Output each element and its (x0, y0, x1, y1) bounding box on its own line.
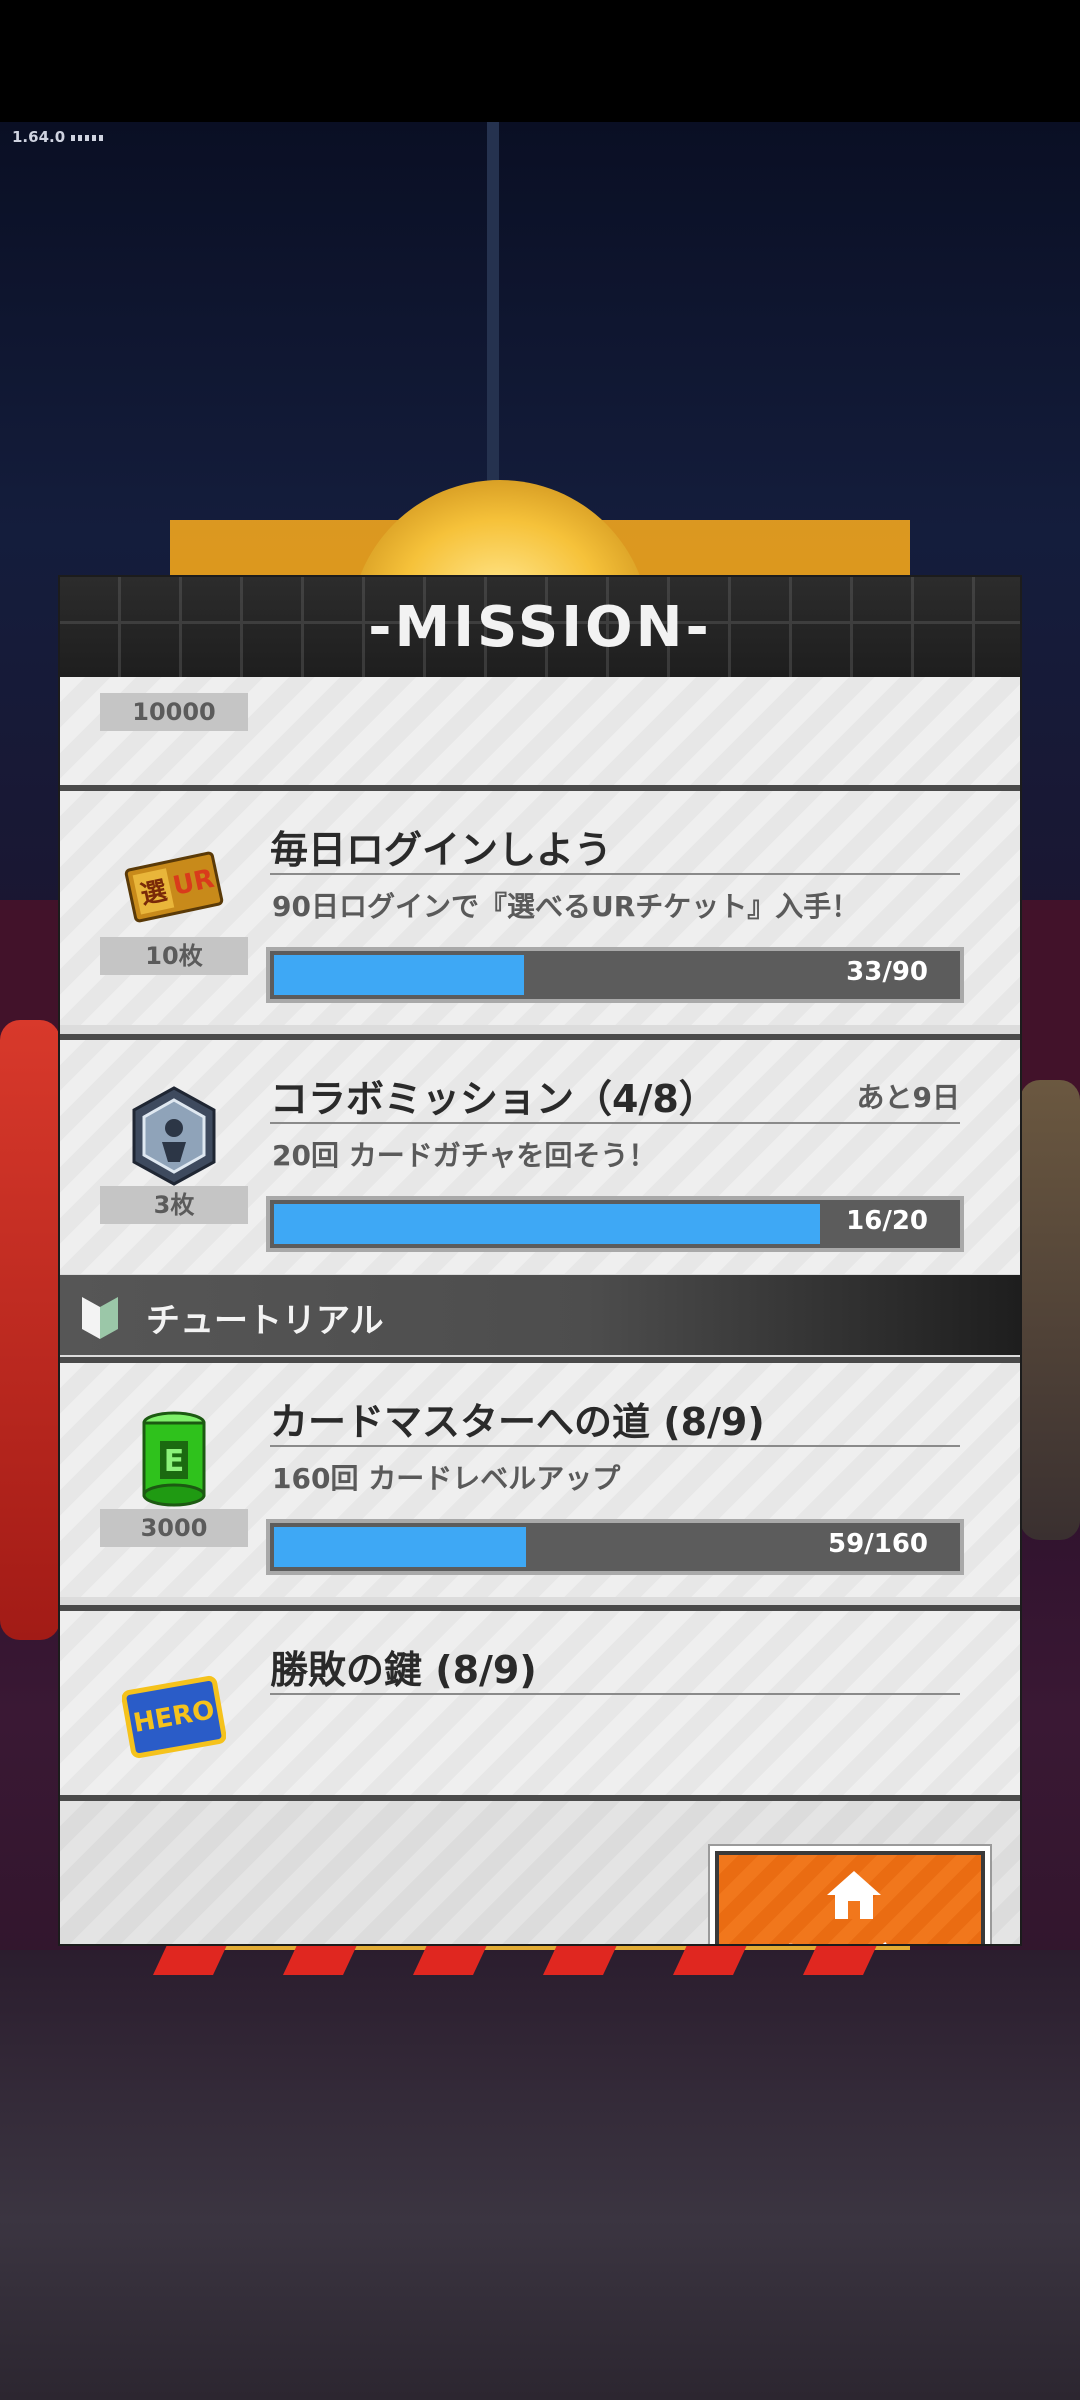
background-floor (0, 1950, 1080, 2400)
progress-bar-fill (274, 1204, 820, 1244)
return-home-button-face[interactable]: ホームに戻る (715, 1851, 985, 1944)
time-remaining: あと9日 (856, 1081, 960, 1114)
mission-card-card-master[interactable]: E 3000 カードマスターへの道 (8/9) 160回 カードレベルアップ 5… (60, 1357, 1020, 1597)
character-left (0, 1020, 60, 1640)
reward-quantity: 3枚 (100, 1186, 248, 1224)
mission-card-victory-key[interactable]: HERO 勝敗の鍵 (8/9) (60, 1605, 1020, 1795)
reward-quantity: 3000 (100, 1509, 248, 1547)
progress-bar: 16/20 (270, 1200, 960, 1248)
progress-text: 59/160 (828, 1529, 928, 1559)
mission-description: 90日ログインで『選べるURチケット』入手！ (272, 890, 860, 923)
mission-description: 20回 カードガチャを回そう！ (272, 1139, 657, 1172)
progress-bar-fill (274, 955, 525, 995)
character-right (1020, 1080, 1080, 1540)
mission-card-daily-login[interactable]: 選 UR 10枚 毎日ログインしよう 90日ログインで『選べるURチケット』入手… (60, 785, 1020, 1025)
reward-quantity: 10枚 (100, 937, 248, 975)
progress-bar-fill (274, 1527, 526, 1567)
status-bar-area (0, 0, 1080, 122)
collab-medal-icon (122, 1084, 226, 1188)
version-label: 1.64.0 (12, 128, 106, 146)
mission-card-collab[interactable]: 3枚 コラボミッション（4/8） あと9日 20回 カードガチャを回そう！ 16… (60, 1034, 1020, 1274)
mission-title: カードマスターへの道 (8/9) (270, 1400, 765, 1444)
signal-icon (71, 134, 106, 141)
section-header-tutorial: チュートリアル (60, 1275, 1020, 1355)
mission-title: 毎日ログインしよう (270, 828, 613, 872)
mission-title: 勝敗の鍵 (8/9) (270, 1648, 537, 1692)
mission-header: -MISSION- (60, 577, 1020, 677)
title-divider (270, 873, 960, 875)
mission-card: 10000 (60, 677, 1020, 787)
reward-quantity: 10000 (100, 693, 248, 731)
title-divider (270, 1122, 960, 1124)
mission-description: 160回 カードレベルアップ (272, 1462, 621, 1495)
return-home-label: ホームに戻る (719, 1935, 981, 1944)
mission-list[interactable]: 10000 選 UR 10枚 毎日ログインしよう 90日ログインで『選べるURチ… (60, 677, 1020, 1795)
title-divider (270, 1693, 960, 1695)
progress-bar: 33/90 (270, 951, 960, 999)
title-divider (270, 1445, 960, 1447)
mission-panel: -MISSION- 10000 選 UR 10枚 毎日ログインしよう 90日ログ… (60, 577, 1020, 1944)
progress-text: 16/20 (846, 1206, 928, 1236)
ur-ticket-icon: 選 UR (122, 835, 226, 939)
green-energy-can-icon: E (122, 1407, 226, 1511)
panel-title: -MISSION- (368, 595, 712, 660)
return-home-button[interactable]: ホームに戻る (710, 1846, 990, 1944)
hero-badge-icon: HERO (121, 1665, 227, 1769)
section-label: チュートリアル (146, 1301, 384, 1341)
progress-bar: 59/160 (270, 1523, 960, 1571)
progress-text: 33/90 (846, 957, 928, 987)
home-icon (827, 1871, 881, 1919)
beginner-mark-icon (82, 1297, 118, 1339)
mission-title: コラボミッション（4/8） (270, 1077, 717, 1121)
background-pole (487, 122, 499, 522)
panel-footer: ホームに戻る (60, 1795, 1020, 1944)
svg-text:E: E (164, 1444, 185, 1479)
